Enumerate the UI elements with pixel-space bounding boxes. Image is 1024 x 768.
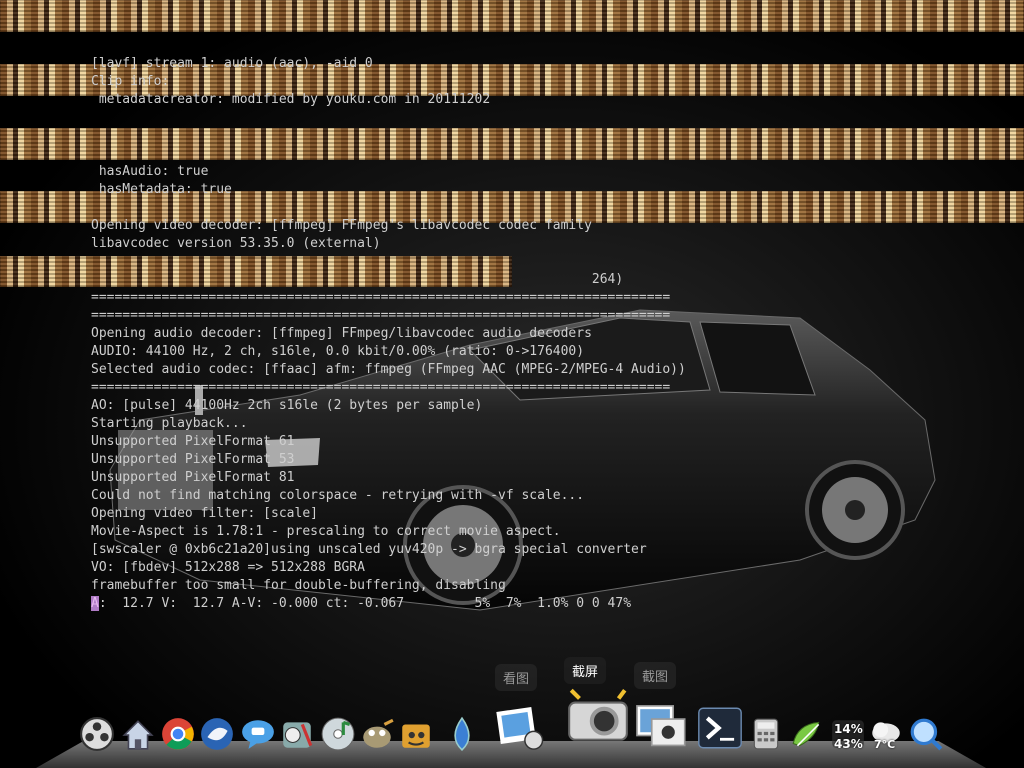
terminal-icon xyxy=(698,707,742,749)
console-line: Starting playback... xyxy=(91,416,248,431)
dock-item-photo-frames[interactable] xyxy=(632,696,688,752)
memory-usage: 43% xyxy=(834,737,863,751)
music-cd-icon xyxy=(321,717,355,751)
dock-item-photo-viewer[interactable] xyxy=(494,702,544,752)
calculator-icon xyxy=(753,718,779,750)
console-line: hasAudio: true xyxy=(91,164,209,179)
playback-status-line: A: 12.7 V: 12.7 A-V: -0.000 ct: -0.067 5… xyxy=(91,595,686,613)
console-line: Unsupported PixelFormat 81 xyxy=(91,470,295,485)
screenshot-camera-icon xyxy=(568,688,628,741)
console-line: Movie-Aspect is 1.78:1 - prescaling to c… xyxy=(91,524,561,539)
chrome-icon xyxy=(162,718,194,750)
dock-item-film-reel[interactable] xyxy=(79,716,115,752)
console-line: [lavf] stream 1: audio (aac), -aid 0 xyxy=(91,56,373,71)
console-line: ========================================… xyxy=(91,290,671,305)
dock-item-gimp[interactable] xyxy=(359,716,395,752)
cpu-usage: 14% xyxy=(834,722,863,736)
console-line: Unsupported PixelFormat 61 xyxy=(91,434,295,449)
console-line: Selected audio codec: [ffaac] afm: ffmpe… xyxy=(91,362,686,377)
console-line: [swscaler @ 0xb6c21a20]using unscaled yu… xyxy=(91,542,647,557)
media-tools-icon xyxy=(283,722,313,748)
dock-item-calculator[interactable] xyxy=(748,716,784,752)
console-line: Opening video filter: [scale] xyxy=(91,506,318,521)
weather-temperature: 7°C xyxy=(874,738,896,751)
dock-item-terminal[interactable] xyxy=(696,704,744,752)
text-cursor: A xyxy=(91,596,99,611)
film-reel-icon xyxy=(80,717,114,751)
thunderbird-icon xyxy=(201,718,233,750)
dock-tooltip-screenshot: 截屏 xyxy=(564,657,607,684)
console-line: Clip info: xyxy=(91,74,170,89)
console-line: Opening audio decoder: [ffmpeg] FFmpeg/l… xyxy=(91,326,592,341)
console-line: AO: [pulse] 44100Hz 2ch s16le (2 bytes p… xyxy=(91,398,483,413)
water-drop-icon xyxy=(454,716,470,751)
gimp-icon xyxy=(363,718,394,748)
console-line: Unsupported PixelFormat 53 xyxy=(91,452,295,467)
dock-item-chrome[interactable] xyxy=(160,716,196,752)
console-line: VO: [fbdev] 512x288 => 512x288 BGRA xyxy=(91,560,365,575)
console-line: framebuffer too small for double-bufferi… xyxy=(91,578,506,593)
console-line: AUDIO: 44100 Hz, 2 ch, s16le, 0.0 kbit/0… xyxy=(91,344,585,359)
chat-bubble-icon xyxy=(242,720,274,749)
home-icon xyxy=(122,720,154,750)
console-line: metadatacreator: modified by youku.com i… xyxy=(91,92,491,107)
console-line: Could not find matching colorspace - ret… xyxy=(91,488,585,503)
search-icon xyxy=(910,718,943,751)
dock-item-thunderbird[interactable] xyxy=(199,716,235,752)
playback-status: : 12.7 V: 12.7 A-V: -0.000 ct: -0.067 5%… xyxy=(98,596,632,611)
dock-item-chat-bubble[interactable] xyxy=(240,716,276,752)
console-line: ========================================… xyxy=(91,380,671,395)
dock-item-media-tools[interactable] xyxy=(279,716,315,752)
dock-item-terminal-duck[interactable] xyxy=(398,716,434,752)
dock-tooltip-view: 看图 xyxy=(495,664,538,691)
photo-frames-icon xyxy=(636,705,686,747)
dock-item-water-drop[interactable] xyxy=(444,716,480,752)
console-line: hasMetadata: true xyxy=(91,182,232,197)
dock-tooltip-capture: 截图 xyxy=(634,662,677,689)
dock-item-home[interactable] xyxy=(120,716,156,752)
photo-viewer-icon xyxy=(496,707,544,750)
glitch-band-1 xyxy=(0,0,1024,32)
text-editor-icon xyxy=(792,721,820,747)
console-line: Opening video decoder: [ffmpeg] FFmpeg's… xyxy=(91,218,592,233)
terminal-duck-icon xyxy=(402,724,430,748)
dock-item-screenshot-camera[interactable] xyxy=(563,682,633,752)
console-line: 264) xyxy=(91,272,624,287)
terminal-output: [lavf] stream 1: audio (aac), -aid 0 Clip… xyxy=(91,55,686,613)
console-line: ========================================… xyxy=(91,308,671,323)
dock-item-music-cd[interactable] xyxy=(320,716,356,752)
dock-item-text-editor[interactable] xyxy=(789,716,825,752)
console-line: libavcodec version 53.35.0 (external) xyxy=(91,236,381,251)
dock-item-search[interactable] xyxy=(908,716,944,752)
